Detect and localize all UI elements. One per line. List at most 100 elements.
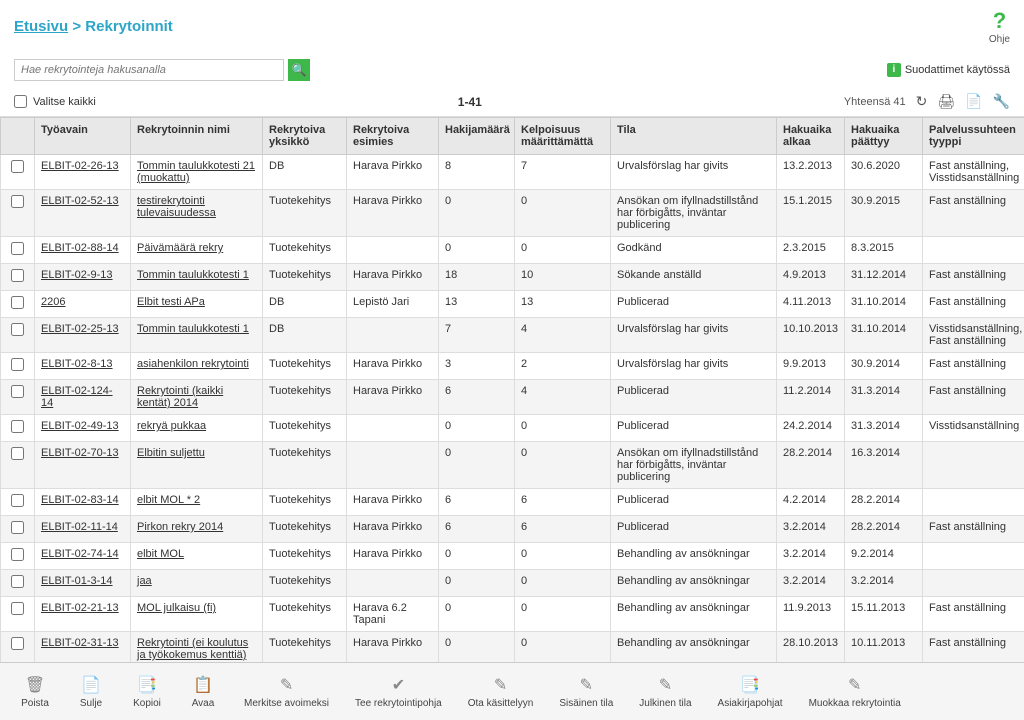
bottom-muokkaa-button[interactable]: ✎Muokkaa rekrytointia xyxy=(799,670,911,713)
bottom-label: Poista xyxy=(21,698,49,709)
bottom-label: Julkinen tila xyxy=(639,698,691,709)
cell-esimies: Harava Pirkko xyxy=(347,489,439,516)
breadcrumb-sep: > xyxy=(72,18,81,35)
row-checkbox[interactable] xyxy=(11,269,24,282)
cell-tila: Behandling av ansökningar xyxy=(611,597,777,632)
row-checkbox[interactable] xyxy=(11,521,24,534)
cell-tila: Publicerad xyxy=(611,291,777,318)
col-paattyy[interactable]: Hakuaika päättyy xyxy=(845,118,923,155)
cell-alkaa: 4.2.2014 xyxy=(777,489,845,516)
cell-tyoavain: ELBIT-02-26-13 xyxy=(35,155,131,190)
cell-tyoavain: ELBIT-02-25-13 xyxy=(35,318,131,353)
col-yksikko[interactable]: Rekrytoiva yksikkö xyxy=(263,118,347,155)
cell-hakija: 0 xyxy=(439,570,515,597)
col-tyoavain[interactable]: Työavain xyxy=(35,118,131,155)
help-button[interactable]: ? Ohje xyxy=(989,8,1010,45)
row-checkbox[interactable] xyxy=(11,494,24,507)
table-row[interactable]: ELBIT-02-21-13MOL julkaisu (fi)Tuotekehi… xyxy=(1,597,1024,632)
col-esimies[interactable]: Rekrytoiva esimies xyxy=(347,118,439,155)
count-label: 1-41 xyxy=(458,95,482,109)
bottom-sulje-button[interactable]: 📄Sulje xyxy=(66,670,116,713)
table-row[interactable]: ELBIT-02-70-13Elbitin suljettuTuotekehit… xyxy=(1,442,1024,489)
row-checkbox[interactable] xyxy=(11,296,24,309)
table-row[interactable]: ELBIT-02-74-14elbit MOLTuotekehitysHarav… xyxy=(1,543,1024,570)
bottom-sisainen-button[interactable]: ✎Sisäinen tila xyxy=(549,670,623,713)
export-icon[interactable]: 📄 xyxy=(965,93,982,110)
bottom-tee-button[interactable]: ✔Tee rekrytointipohja xyxy=(345,670,452,713)
cell-tyyppi xyxy=(923,489,1024,516)
select-all-checkbox[interactable] xyxy=(14,95,27,108)
col-hakija[interactable]: Hakijamäärä xyxy=(439,118,515,155)
bottom-poista-button[interactable]: 🗑Poista xyxy=(10,670,60,713)
settings-icon[interactable]: 🔧 xyxy=(993,93,1010,110)
ota-icon: ✎ xyxy=(490,674,512,696)
cell-hakija: 6 xyxy=(439,489,515,516)
cell-alkaa: 4.9.2013 xyxy=(777,264,845,291)
row-checkbox[interactable] xyxy=(11,385,24,398)
bottom-ota-button[interactable]: ✎Ota käsittelyyn xyxy=(458,670,544,713)
cell-alkaa: 2.3.2015 xyxy=(777,237,845,264)
cell-nimi: Elbitin suljettu xyxy=(131,442,263,489)
print-icon[interactable]: 🖨 xyxy=(937,93,955,110)
table-row[interactable]: ELBIT-01-3-14jaaTuotekehitys00Behandling… xyxy=(1,570,1024,597)
table-row[interactable]: ELBIT-02-124-14Rekrytointi (kaikki kentä… xyxy=(1,380,1024,415)
search-input[interactable] xyxy=(14,59,284,81)
table-row[interactable]: ELBIT-02-26-13Tommin taulukkotesti 21 (m… xyxy=(1,155,1024,190)
table-row[interactable]: ELBIT-02-83-14 elbit MOL * 2Tuotekehitys… xyxy=(1,489,1024,516)
bottom-julkinen-button[interactable]: ✎Julkinen tila xyxy=(629,670,701,713)
row-checkbox[interactable] xyxy=(11,358,24,371)
cell-tila: Godkänd xyxy=(611,237,777,264)
filters-active-badge[interactable]: i Suodattimet käytössä xyxy=(887,63,1010,77)
cell-paattyy: 31.10.2014 xyxy=(845,291,923,318)
sulje-icon: 📄 xyxy=(80,674,102,696)
breadcrumb-home[interactable]: Etusivu xyxy=(14,18,68,35)
search-button[interactable]: 🔍 xyxy=(288,59,310,81)
sisainen-icon: ✎ xyxy=(575,674,597,696)
table-row[interactable]: ELBIT-02-8-13asiahenkilon rekrytointiTuo… xyxy=(1,353,1024,380)
table-row[interactable]: ELBIT-02-88-14Päivämäärä rekryTuotekehit… xyxy=(1,237,1024,264)
row-checkbox[interactable] xyxy=(11,420,24,433)
cell-alkaa: 15.1.2015 xyxy=(777,190,845,237)
help-icon: ? xyxy=(989,8,1010,34)
cell-kelp: 6 xyxy=(515,489,611,516)
table-row[interactable]: 2206Elbit testi APaDBLepistö Jari1313Pub… xyxy=(1,291,1024,318)
bottom-label: Tee rekrytointipohja xyxy=(355,698,442,709)
cell-esimies xyxy=(347,237,439,264)
col-nimi[interactable]: Rekrytoinnin nimi xyxy=(131,118,263,155)
row-checkbox[interactable] xyxy=(11,602,24,615)
cell-tyoavain: 2206 xyxy=(35,291,131,318)
row-checkbox[interactable] xyxy=(11,195,24,208)
col-tila[interactable]: Tila xyxy=(611,118,777,155)
col-kelp[interactable]: Kelpoisuus määrittämättä xyxy=(515,118,611,155)
table-row[interactable]: ELBIT-02-52-13testirekrytointi tulevaisu… xyxy=(1,190,1024,237)
row-checkbox[interactable] xyxy=(11,242,24,255)
cell-kelp: 7 xyxy=(515,155,611,190)
row-checkbox[interactable] xyxy=(11,637,24,650)
total-label: Yhteensä 41 xyxy=(844,96,906,108)
row-checkbox[interactable] xyxy=(11,575,24,588)
bottom-kopioi-button[interactable]: 📑Kopioi xyxy=(122,670,172,713)
select-all[interactable]: Valitse kaikki xyxy=(14,95,96,108)
row-checkbox[interactable] xyxy=(11,160,24,173)
bottom-asiakirja-button[interactable]: 📑Asiakirjapohjat xyxy=(708,670,793,713)
cell-tila: Urvalsförslag har givits xyxy=(611,353,777,380)
row-checkbox[interactable] xyxy=(11,447,24,460)
row-checkbox[interactable] xyxy=(11,548,24,561)
cell-alkaa: 11.9.2013 xyxy=(777,597,845,632)
col-tyyppi[interactable]: Palvelussuhteen tyyppi xyxy=(923,118,1024,155)
cell-nimi: Rekrytointi (kaikki kentät) 2014 xyxy=(131,380,263,415)
row-checkbox[interactable] xyxy=(11,323,24,336)
cell-paattyy: 28.2.2014 xyxy=(845,516,923,543)
table-row[interactable]: ELBIT-02-25-13Tommin taulukkotesti 1DB74… xyxy=(1,318,1024,353)
bottom-avaa-button[interactable]: 📋Avaa xyxy=(178,670,228,713)
col-alkaa[interactable]: Hakuaika alkaa xyxy=(777,118,845,155)
cell-paattyy: 9.2.2014 xyxy=(845,543,923,570)
table-row[interactable]: ELBIT-02-11-14Pirkon rekry 2014Tuotekehi… xyxy=(1,516,1024,543)
cell-kelp: 2 xyxy=(515,353,611,380)
bottom-merkitse-button[interactable]: ✎Merkitse avoimeksi xyxy=(234,670,339,713)
cell-yksikko: DB xyxy=(263,291,347,318)
table-row[interactable]: ELBIT-02-49-13rekryä pukkaaTuotekehitys0… xyxy=(1,415,1024,442)
refresh-icon[interactable]: ↻ xyxy=(916,93,928,110)
cell-yksikko: Tuotekehitys xyxy=(263,442,347,489)
table-row[interactable]: ELBIT-02-9-13Tommin taulukkotesti 1Tuote… xyxy=(1,264,1024,291)
